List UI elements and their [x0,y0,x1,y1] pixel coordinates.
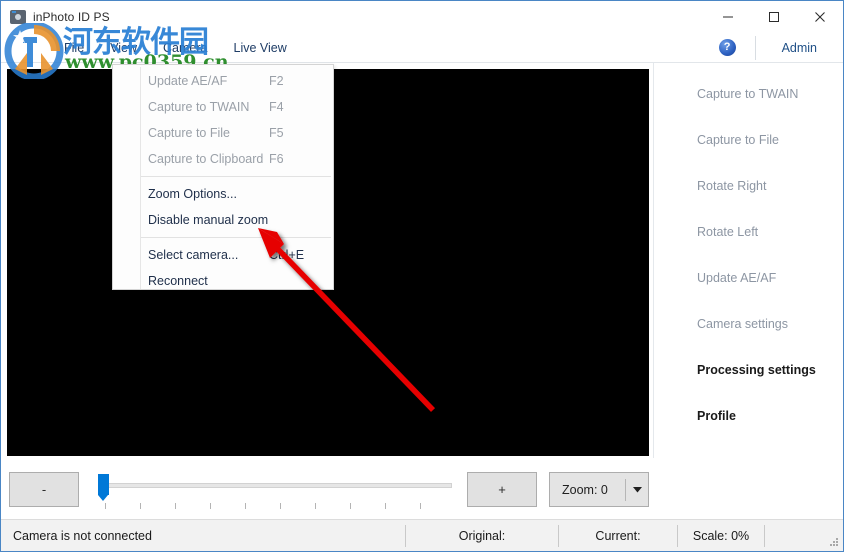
menu-option-capture-to-twain[interactable]: Capture to TWAIN F4 [113,94,333,120]
preview-sidebar-divider [653,63,654,458]
window-controls [705,1,843,32]
status-bar: Camera is not connected Original: Curren… [1,519,843,551]
slider-tick [315,503,316,509]
admin-user-label[interactable]: Admin [756,41,843,55]
slider-tick [245,503,246,509]
status-scale: Scale: 0% [692,528,750,543]
menu-item-live-view[interactable]: Live View [221,37,300,59]
sidebar-item-profile[interactable]: Profile [661,393,839,439]
menu-option-label: Zoom Options... [148,187,237,201]
zoom-slider-thumb[interactable] [98,474,109,501]
status-original-size: Original: [458,528,506,543]
window-title: inPhoto ID PS [33,9,110,24]
sidebar-item-capture-to-twain[interactable]: Capture to TWAIN [661,71,839,117]
menu-option-label: Capture to Clipboard [148,152,264,166]
status-divider [764,524,765,547]
menu-option-shortcut: F5 [269,126,284,140]
menu-option-label: Select camera... [148,248,239,262]
slider-tick [350,503,351,509]
status-current-size: Current: [595,528,641,543]
action-sidebar: Capture to TWAIN Capture to File Rotate … [661,71,839,461]
sidebar-item-processing-settings[interactable]: Processing settings [661,347,839,393]
application-window: inPhoto ID PS File View Camera Live View… [0,0,844,552]
menu-option-reconnect[interactable]: Reconnect [113,268,333,294]
menu-option-disable-manual-zoom[interactable]: Disable manual zoom [113,207,333,233]
menu-option-shortcut: Ctrl+E [269,248,305,262]
slider-tick [210,503,211,509]
menu-bar-right: ? Admin [718,32,843,63]
sidebar-item-camera-settings[interactable]: Camera settings [661,301,839,347]
menu-option-shortcut: F4 [269,100,284,114]
menu-option-update-ae-af[interactable]: Update AE/AF F2 [113,68,333,94]
close-icon[interactable] [797,1,843,32]
slider-tick [385,503,386,509]
sidebar-item-update-ae-af[interactable]: Update AE/AF [661,255,839,301]
sidebar-item-rotate-left[interactable]: Rotate Left [661,209,839,255]
menu-item-view[interactable]: View [97,37,150,59]
menu-item-camera[interactable]: Camera [150,36,221,59]
slider-tick [280,503,281,509]
menu-option-label: Reconnect [148,274,208,288]
menu-item-file[interactable]: File [51,37,97,59]
menu-option-label: Disable manual zoom [148,213,269,227]
maximize-icon[interactable] [751,1,797,32]
dropdown-separator [141,237,331,238]
status-message: Camera is not connected [13,528,152,543]
resize-grip-icon[interactable] [828,536,840,548]
minimize-icon[interactable] [705,1,751,32]
menu-bar: File View Camera Live View ? Admin [1,32,843,63]
dropdown-separator [141,176,331,177]
zoom-level-value: Zoom: 0 [562,482,608,497]
sidebar-item-rotate-right[interactable]: Rotate Right [661,163,839,209]
menu-option-select-camera[interactable]: Select camera... Ctrl+E [113,242,333,268]
slider-tick [420,503,421,509]
menu-option-capture-to-clipboard[interactable]: Capture to Clipboard F6 [113,146,333,172]
zoom-slider[interactable] [96,472,456,510]
sidebar-item-capture-to-file[interactable]: Capture to File [661,117,839,163]
zoom-in-button[interactable]: + [467,472,537,507]
slider-tick [175,503,176,509]
help-icon[interactable]: ? [718,39,736,56]
camera-icon [10,9,26,24]
menu-option-zoom-options[interactable]: Zoom Options... [113,181,333,207]
menu-option-label: Capture to File [148,126,230,140]
chevron-down-icon[interactable] [626,486,648,493]
menu-option-shortcut: F6 [269,152,284,166]
slider-tick [105,503,106,509]
camera-dropdown-menu: Update AE/AF F2 Capture to TWAIN F4 Capt… [112,64,334,290]
menu-option-label: Capture to TWAIN [148,100,250,114]
zoom-slider-track[interactable] [104,483,452,488]
zoom-out-button[interactable]: - [9,472,79,507]
slider-tick [140,503,141,509]
menu-option-capture-to-file[interactable]: Capture to File F5 [113,120,333,146]
menu-option-shortcut: F2 [269,74,284,88]
zoom-control-bar: - + Zoom: 0 [1,458,843,519]
menu-option-label: Update AE/AF [148,74,228,88]
title-bar: inPhoto ID PS [1,1,843,32]
zoom-level-combobox[interactable]: Zoom: 0 [549,472,649,507]
